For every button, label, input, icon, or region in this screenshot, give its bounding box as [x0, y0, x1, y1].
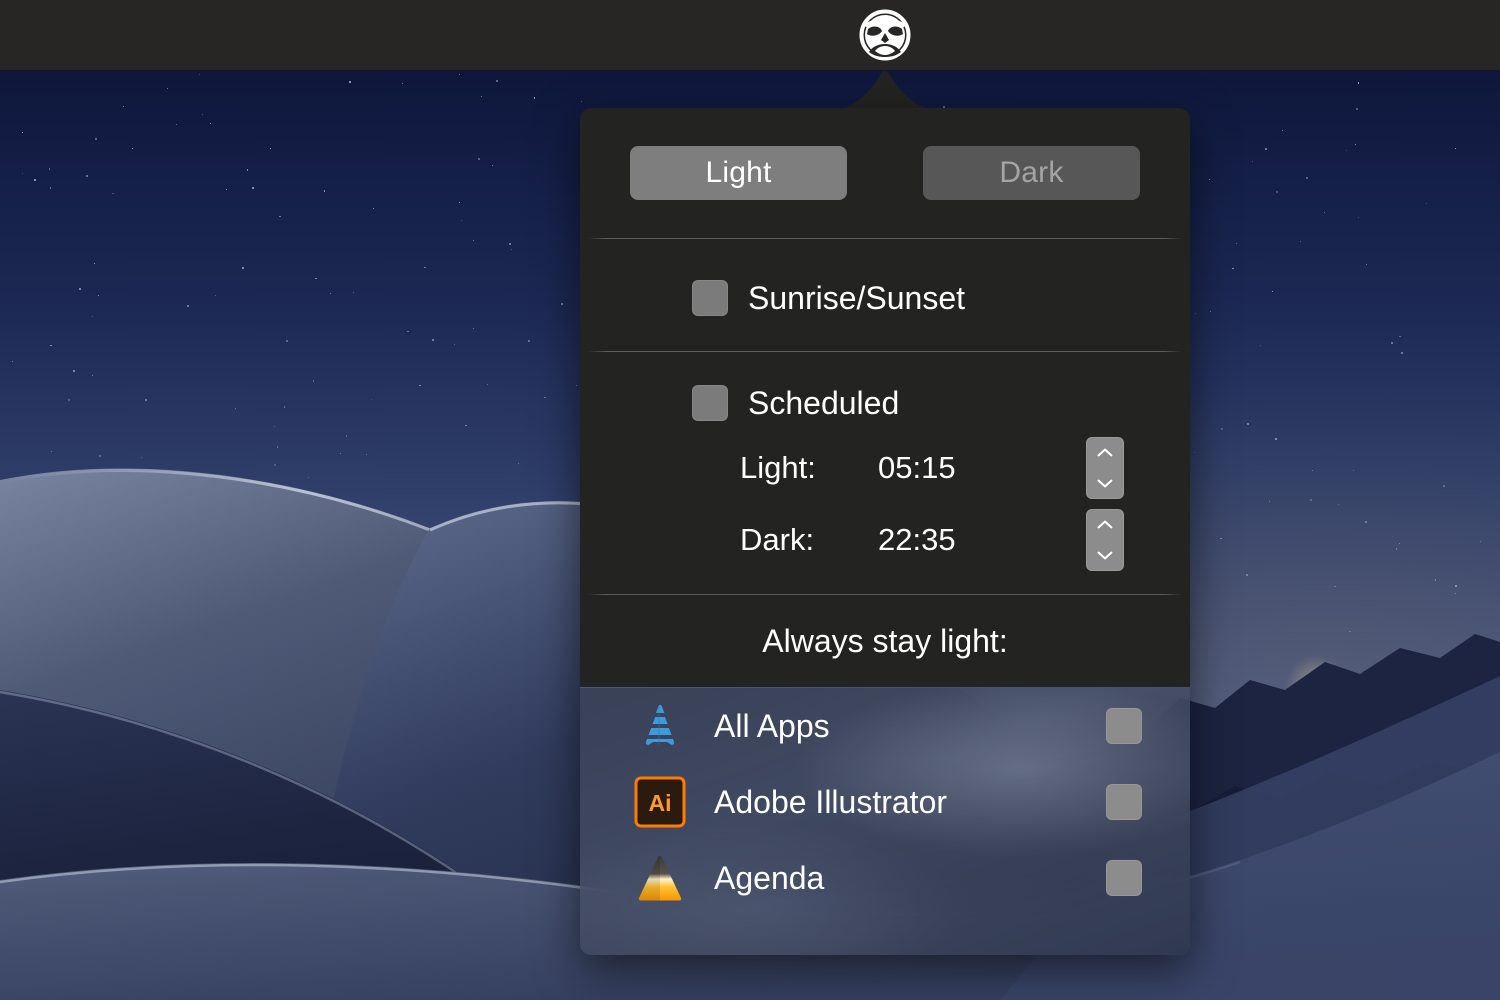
popover-upper-section: Light Dark Sunrise/Sunset Scheduled Ligh…	[580, 108, 1190, 687]
list-item[interactable]: Agenda	[580, 840, 1190, 916]
popover-arrow	[836, 71, 934, 110]
sunrise-sunset-checkbox[interactable]	[692, 280, 728, 316]
owl-icon[interactable]	[858, 9, 912, 61]
scheduled-section: Scheduled Light: 05:15 Dark: 22:35	[580, 352, 1190, 594]
always-stay-light-heading-row: Always stay light:	[580, 595, 1190, 687]
chevron-down-icon[interactable]	[1097, 479, 1113, 488]
scheduled-row[interactable]: Scheduled	[580, 374, 1190, 432]
dark-time-row: Dark: 22:35	[580, 504, 1190, 576]
sunrise-sunset-label: Sunrise/Sunset	[748, 279, 966, 316]
list-item[interactable]: Ai Adobe Illustrator	[580, 764, 1190, 840]
dark-mode-button[interactable]: Dark	[923, 146, 1140, 200]
light-time-row: Light: 05:15	[580, 432, 1190, 504]
svg-text:Ai: Ai	[649, 790, 672, 816]
app-checkbox[interactable]	[1106, 860, 1142, 896]
app-checkbox[interactable]	[1106, 784, 1142, 820]
chevron-up-icon[interactable]	[1097, 520, 1113, 529]
list-item[interactable]: All Apps	[580, 688, 1190, 764]
light-mode-button[interactable]: Light	[630, 146, 847, 200]
app-name: Adobe Illustrator	[714, 783, 948, 820]
light-time-stepper[interactable]	[1086, 437, 1124, 499]
dark-time-value[interactable]: 22:35	[878, 522, 1028, 558]
scheduled-label: Scheduled	[748, 384, 900, 421]
adobe-illustrator-icon: Ai	[634, 776, 686, 828]
mode-segmented-control: Light Dark	[580, 108, 1190, 200]
macos-menu-bar	[0, 0, 1500, 70]
dark-time-label: Dark:	[740, 522, 815, 557]
sunrise-sunset-section: Sunrise/Sunset	[580, 239, 1190, 351]
app-checkbox[interactable]	[1106, 708, 1142, 744]
app-name: All Apps	[714, 707, 830, 744]
always-light-app-list: All Apps Ai Adobe Illustrator Agenda	[580, 687, 1190, 955]
light-time-value[interactable]: 05:15	[878, 450, 1028, 486]
light-time-label: Light:	[740, 450, 816, 485]
app-name: Agenda	[714, 859, 825, 896]
app-store-icon	[645, 704, 675, 745]
scheduled-checkbox[interactable]	[692, 385, 728, 421]
chevron-up-icon[interactable]	[1097, 448, 1113, 457]
sunrise-sunset-row[interactable]: Sunrise/Sunset	[580, 269, 1190, 327]
chevron-down-icon[interactable]	[1097, 551, 1113, 560]
always-stay-light-heading: Always stay light:	[762, 622, 1008, 659]
dark-time-stepper[interactable]	[1086, 509, 1124, 571]
agenda-icon	[638, 856, 682, 901]
nightowl-popover: Light Dark Sunrise/Sunset Scheduled Ligh…	[580, 108, 1190, 955]
